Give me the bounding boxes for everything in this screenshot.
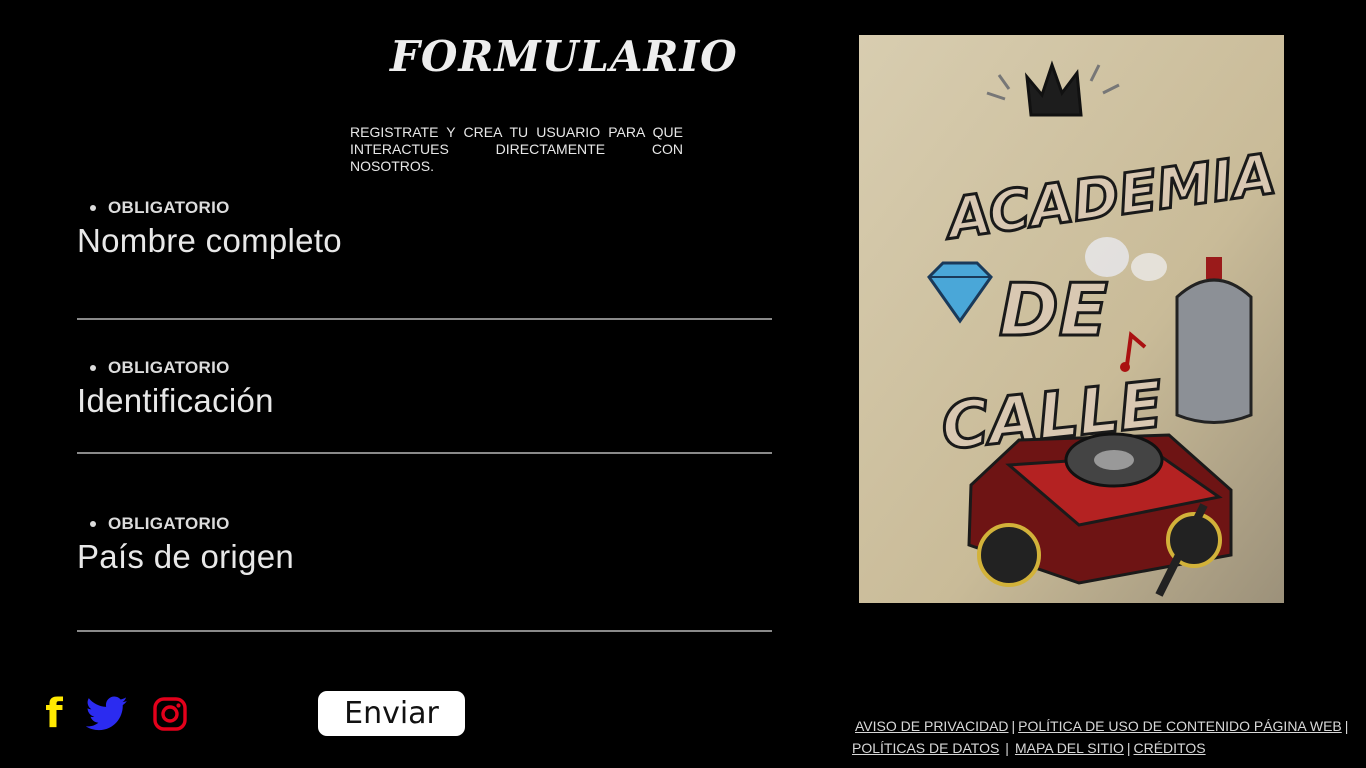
bullet-icon: [90, 521, 96, 527]
full-name-label: Nombre completo: [77, 222, 342, 259]
bullet-icon: [90, 365, 96, 371]
required-label: OBLIGATORIO: [108, 198, 230, 217]
required-indicator: OBLIGATORIO: [77, 358, 772, 378]
academia-de-calle-artwork: ACADEMIA DE CALLE: [859, 35, 1284, 603]
content-policy-link[interactable]: POLÍTICA DE USO DE CONTENIDO PÁGINA WEB: [1018, 718, 1342, 734]
required-indicator: OBLIGATORIO: [77, 198, 772, 218]
submit-button[interactable]: Enviar: [318, 691, 465, 736]
required-label: OBLIGATORIO: [108, 358, 230, 377]
credits-link[interactable]: CRÉDITOS: [1134, 740, 1206, 756]
twitter-icon[interactable]: [86, 694, 128, 734]
instagram-icon[interactable]: [152, 694, 188, 734]
required-indicator: OBLIGATORIO: [77, 514, 772, 534]
footer-separator: |: [1011, 718, 1016, 734]
full-name-input-underline[interactable]: [77, 318, 772, 320]
full-name-field[interactable]: OBLIGATORIO Nombre completo: [77, 198, 772, 320]
page-title: FORMULARIO: [390, 32, 738, 81]
footer-links: AVISO DE PRIVACIDAD | POLÍTICA DE USO DE C…: [852, 715, 1357, 759]
identification-field[interactable]: OBLIGATORIO Identificación: [77, 358, 772, 454]
country-label: País de origen: [77, 538, 295, 575]
country-field[interactable]: OBLIGATORIO País de origen: [77, 514, 772, 632]
intro-text: REGISTRATE Y CREA TU USUARIO PARA QUE IN…: [350, 124, 683, 174]
identification-input-underline[interactable]: [77, 452, 772, 454]
site-map-link[interactable]: MAPA DEL SITIO: [1015, 740, 1124, 756]
identification-label: Identificación: [77, 382, 274, 419]
privacy-notice-link[interactable]: AVISO DE PRIVACIDAD: [855, 718, 1009, 734]
bullet-icon: [90, 205, 96, 211]
footer-separator: |: [1126, 740, 1131, 756]
footer-separator: |: [1005, 740, 1009, 756]
footer-separator: |: [1344, 718, 1349, 734]
artwork-title-line-2: DE: [999, 268, 1108, 352]
required-label: OBLIGATORIO: [108, 514, 230, 533]
data-policies-link[interactable]: POLÍTICAS DE DATOS: [852, 740, 999, 756]
country-input-underline[interactable]: [77, 630, 772, 632]
facebook-icon[interactable]: f: [40, 694, 68, 734]
